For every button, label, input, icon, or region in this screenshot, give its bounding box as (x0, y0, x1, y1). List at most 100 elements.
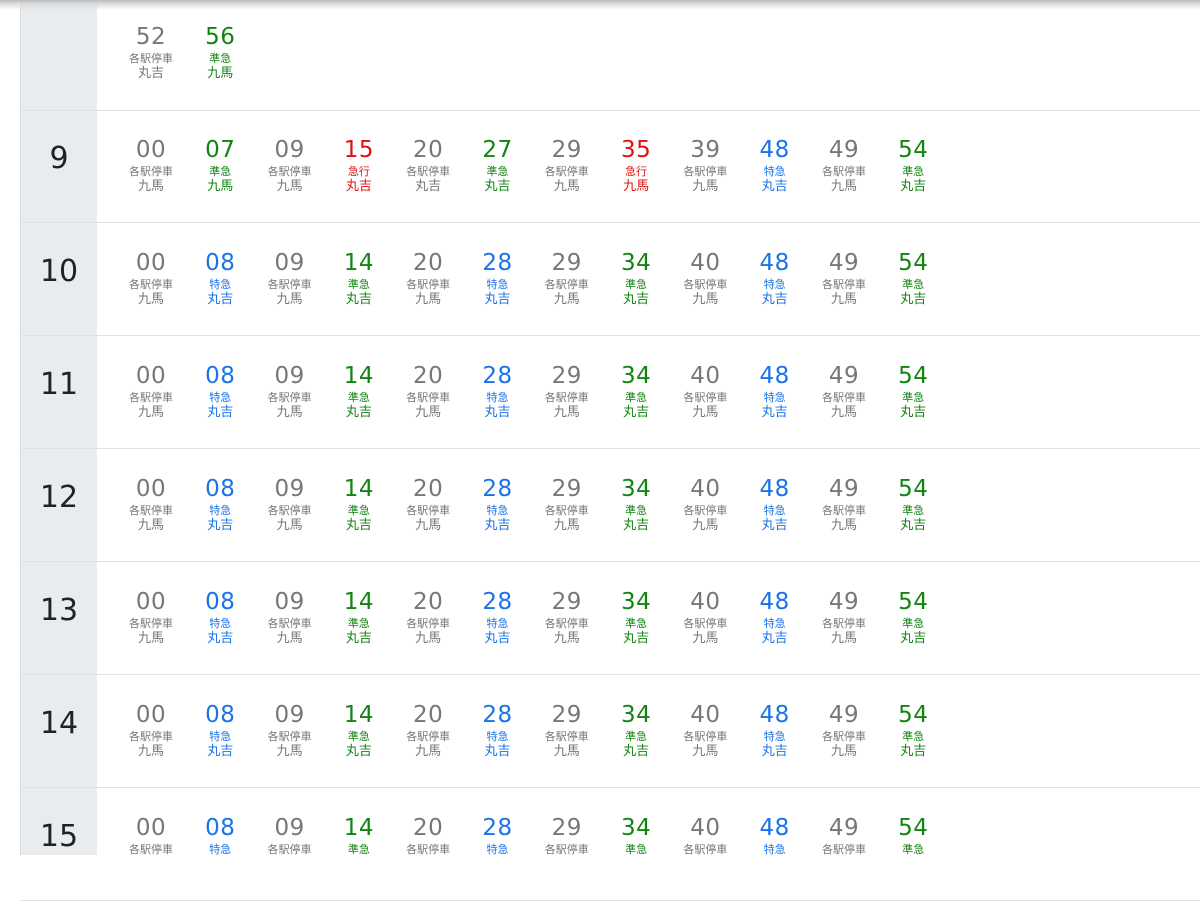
train-entry[interactable]: 09 各駅停車 九馬 (255, 363, 325, 421)
train-entry[interactable]: 20 各駅停車 (393, 815, 463, 857)
train-entry[interactable]: 40 各駅停車 九馬 (670, 363, 740, 421)
train-entry[interactable]: 54 準急 丸吉 (878, 250, 948, 308)
train-entry[interactable]: 48 特急 丸吉 (740, 250, 810, 308)
train-entry[interactable]: 34 準急 丸吉 (601, 589, 671, 647)
train-entry[interactable]: 14 準急 丸吉 (324, 476, 394, 534)
train-entry[interactable]: 48 特急 丸吉 (740, 589, 810, 647)
train-entry[interactable]: 15 急行 丸吉 (324, 137, 394, 195)
train-entry[interactable]: 54 準急 丸吉 (878, 363, 948, 421)
train-entry[interactable]: 40 各駅停車 九馬 (670, 250, 740, 308)
train-entry[interactable]: 49 各駅停車 九馬 (809, 589, 879, 647)
train-entry[interactable]: 54 準急 丸吉 (878, 137, 948, 195)
train-entry[interactable]: 28 特急 丸吉 (463, 363, 533, 421)
train-entry[interactable]: 09 各駅停車 九馬 (255, 702, 325, 760)
train-entry[interactable]: 00 各駅停車 九馬 (116, 137, 186, 195)
train-entry[interactable]: 09 各駅停車 九馬 (255, 589, 325, 647)
train-entry[interactable]: 34 準急 (601, 815, 671, 857)
train-entry[interactable]: 14 準急 丸吉 (324, 589, 394, 647)
train-entry[interactable]: 29 各駅停車 九馬 (532, 476, 602, 534)
train-entry[interactable]: 27 準急 丸吉 (463, 137, 533, 195)
train-entry[interactable]: 29 各駅停車 九馬 (532, 137, 602, 195)
train-entry[interactable]: 54 準急 (878, 815, 948, 857)
train-entry[interactable]: 49 各駅停車 (809, 815, 879, 857)
train-entry[interactable]: 28 特急 丸吉 (463, 476, 533, 534)
train-entry[interactable]: 08 特急 丸吉 (185, 702, 255, 760)
train-type: 特急 (486, 278, 509, 291)
train-entry[interactable]: 00 各駅停車 九馬 (116, 250, 186, 308)
train-entry[interactable]: 00 各駅停車 九馬 (116, 589, 186, 647)
destination: 九馬 (276, 405, 303, 420)
train-entry[interactable]: 48 特急 丸吉 (740, 363, 810, 421)
train-entry[interactable]: 00 各駅停車 九馬 (116, 363, 186, 421)
departure-minute: 08 (205, 250, 236, 276)
train-entry[interactable]: 14 準急 丸吉 (324, 702, 394, 760)
destination: 九馬 (276, 631, 303, 646)
departure-minute: 35 (620, 137, 652, 163)
train-entry[interactable]: 48 特急 丸吉 (740, 476, 810, 534)
train-entry[interactable]: 14 準急 丸吉 (324, 250, 394, 308)
destination: 丸吉 (207, 518, 234, 533)
train-entry[interactable]: 40 各駅停車 九馬 (670, 702, 740, 760)
train-entry[interactable]: 08 特急 丸吉 (185, 589, 255, 647)
train-entry[interactable]: 48 特急 丸吉 (740, 702, 810, 760)
train-entry[interactable]: 29 各駅停車 九馬 (532, 363, 602, 421)
train-entry[interactable]: 00 各駅停車 九馬 (116, 476, 186, 534)
train-entry[interactable]: 56 準急 九馬 (185, 24, 255, 82)
departure-minute: 14 (343, 363, 375, 389)
departure-minute: 48 (759, 702, 790, 728)
train-entry[interactable]: 34 準急 丸吉 (601, 476, 671, 534)
train-entry[interactable]: 20 各駅停車 九馬 (393, 589, 463, 647)
train-entry[interactable]: 14 準急 (324, 815, 394, 857)
train-entry[interactable]: 08 特急 丸吉 (185, 250, 255, 308)
train-entry[interactable]: 49 各駅停車 九馬 (809, 250, 879, 308)
train-entry[interactable]: 54 準急 丸吉 (878, 589, 948, 647)
train-entry[interactable]: 09 各駅停車 九馬 (255, 137, 325, 195)
departure-minute: 54 (898, 250, 929, 276)
train-entry[interactable]: 14 準急 丸吉 (324, 363, 394, 421)
train-entry[interactable]: 34 準急 丸吉 (601, 363, 671, 421)
train-entry[interactable]: 09 各駅停車 九馬 (255, 476, 325, 534)
train-entry[interactable]: 40 各駅停車 九馬 (670, 476, 740, 534)
departure-minute: 48 (759, 476, 790, 502)
train-entry[interactable]: 08 特急 丸吉 (185, 476, 255, 534)
train-entry[interactable]: 07 準急 九馬 (185, 137, 255, 195)
train-entry[interactable]: 08 特急 丸吉 (185, 363, 255, 421)
train-entry[interactable]: 48 特急 (740, 815, 810, 857)
train-entry[interactable]: 39 各駅停車 九馬 (670, 137, 740, 195)
train-entry[interactable]: 29 各駅停車 九馬 (532, 702, 602, 760)
train-entry[interactable]: 20 各駅停車 九馬 (393, 363, 463, 421)
train-entry[interactable]: 20 各駅停車 九馬 (393, 702, 463, 760)
train-entry[interactable]: 08 特急 (185, 815, 255, 857)
train-entry[interactable]: 48 特急 丸吉 (740, 137, 810, 195)
train-entry[interactable]: 09 各駅停車 九馬 (255, 250, 325, 308)
train-entry[interactable]: 54 準急 丸吉 (878, 702, 948, 760)
train-entry[interactable]: 29 各駅停車 九馬 (532, 250, 602, 308)
train-entry[interactable]: 49 各駅停車 九馬 (809, 363, 879, 421)
train-entry[interactable]: 34 準急 丸吉 (601, 702, 671, 760)
train-entry[interactable]: 40 各駅停車 九馬 (670, 589, 740, 647)
train-entry[interactable]: 34 準急 丸吉 (601, 250, 671, 308)
train-entry[interactable]: 20 各駅停車 九馬 (393, 250, 463, 308)
train-type: 特急 (763, 278, 786, 291)
destination: 丸吉 (900, 405, 927, 420)
train-entry[interactable]: 28 特急 丸吉 (463, 702, 533, 760)
train-entry[interactable]: 54 準急 丸吉 (878, 476, 948, 534)
train-entry[interactable]: 49 各駅停車 九馬 (809, 476, 879, 534)
train-entry[interactable]: 20 各駅停車 九馬 (393, 476, 463, 534)
train-entry[interactable]: 52 各駅停車 丸吉 (116, 24, 186, 82)
train-entry[interactable]: 49 各駅停車 九馬 (809, 702, 879, 760)
destination: 九馬 (276, 179, 303, 194)
train-entry[interactable]: 20 各駅停車 丸吉 (393, 137, 463, 195)
train-entry[interactable]: 35 急行 九馬 (601, 137, 671, 195)
train-entry[interactable]: 40 各駅停車 (670, 815, 740, 857)
train-entry[interactable]: 49 各駅停車 九馬 (809, 137, 879, 195)
train-entry[interactable]: 09 各駅停車 (255, 815, 325, 857)
hour-row: 9 00 各駅停車 九馬 07 準急 九馬 09 各駅停車 九馬 15 急行 丸吉 20 各駅停車 丸吉 27 準… (21, 110, 1200, 223)
train-entry[interactable]: 00 各駅停車 (116, 815, 186, 857)
train-entry[interactable]: 28 特急 (463, 815, 533, 857)
train-entry[interactable]: 29 各駅停車 (532, 815, 602, 857)
train-entry[interactable]: 29 各駅停車 九馬 (532, 589, 602, 647)
train-entry[interactable]: 00 各駅停車 九馬 (116, 702, 186, 760)
train-entry[interactable]: 28 特急 丸吉 (463, 589, 533, 647)
train-entry[interactable]: 28 特急 丸吉 (463, 250, 533, 308)
